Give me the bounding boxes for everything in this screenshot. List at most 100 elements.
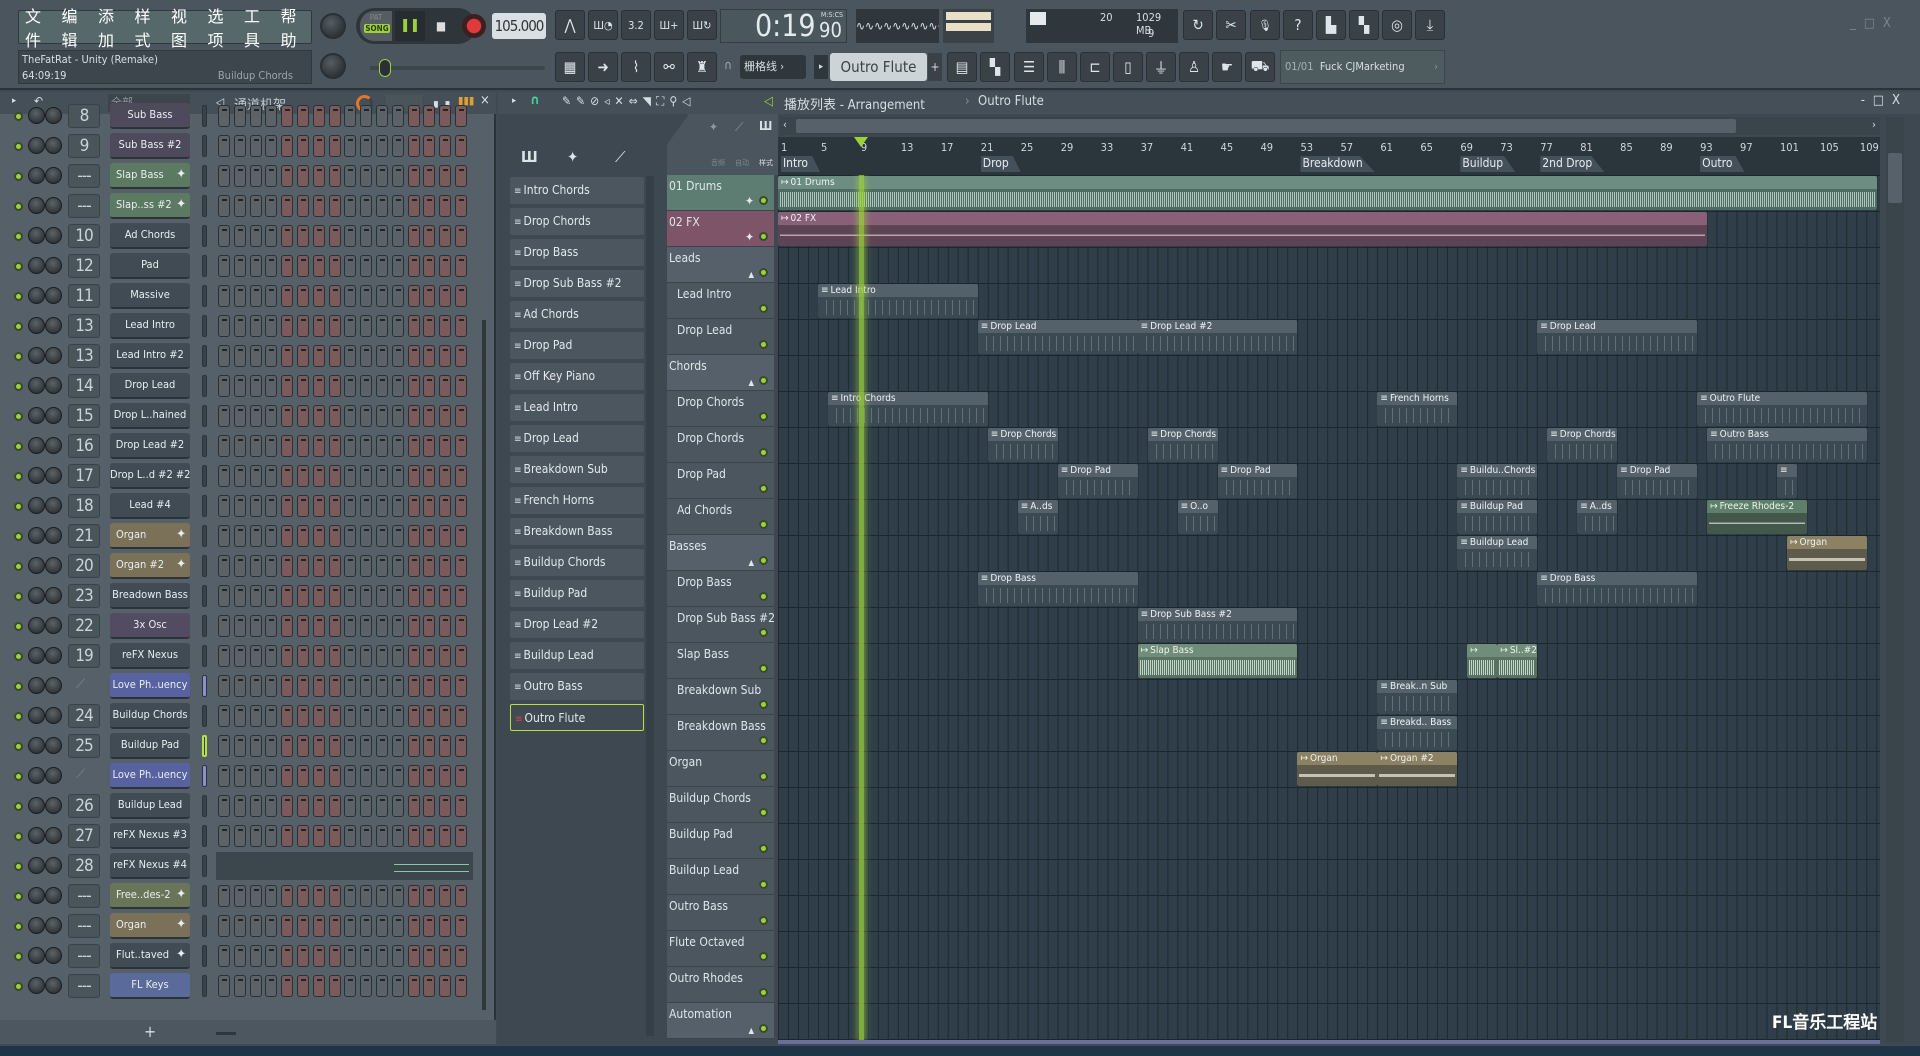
step-button[interactable] [455,735,467,757]
step-button[interactable] [281,405,294,427]
select-indicator[interactable] [202,795,207,817]
step-button[interactable] [328,705,341,727]
menu-item[interactable]: 选项 [208,3,239,51]
step-button[interactable] [265,285,278,307]
mute-led[interactable] [14,202,23,211]
track-mute-led[interactable] [759,484,768,493]
step-button[interactable] [281,675,294,697]
volume-knob[interactable] [45,137,62,154]
add-channel-button[interactable]: + [144,1022,156,1041]
step-button[interactable] [233,285,246,307]
collapse-icon[interactable]: ▲ [748,270,754,279]
step-button[interactable] [423,255,436,277]
step-button[interactable] [281,525,294,547]
channel-name-button[interactable]: Sub Bass [110,103,190,129]
track-header[interactable]: Drop Chords [667,427,774,463]
step-button[interactable] [376,375,388,397]
step-button[interactable] [312,435,325,457]
track-header[interactable]: Outro Rhodes [667,967,774,1003]
mixer-track-number[interactable]: 24 [68,704,100,728]
step-button[interactable] [423,525,436,547]
playlist-clip[interactable]: ≡ Outro Flute [1697,392,1867,426]
step-button[interactable] [265,135,278,157]
step-button[interactable] [344,915,357,937]
channel-name-button[interactable]: Slap..ss #2 ✦ [110,193,190,219]
mute-led[interactable] [14,322,23,331]
channel-row[interactable]: 25 Buildup Pad [0,731,480,761]
step-button[interactable] [265,375,278,397]
step-button[interactable] [423,285,436,307]
step-button[interactable] [439,795,452,817]
step-button[interactable] [455,375,467,397]
step-button[interactable] [376,975,388,997]
step-button[interactable] [439,765,452,787]
step-button[interactable] [344,795,357,817]
step-button[interactable] [312,165,325,187]
volume-knob[interactable] [45,617,62,634]
channel-name-button[interactable]: Sub Bass #2 [110,133,190,159]
step-button[interactable] [297,495,309,517]
step-button[interactable] [265,945,278,967]
mixer-track-number[interactable]: 19 [68,644,100,668]
step-button[interactable] [344,375,357,397]
playlist-clip[interactable]: ≡ Drop Chords [1147,428,1218,462]
step-button[interactable] [265,645,278,667]
volume-knob[interactable] [45,947,62,964]
step-button[interactable] [423,885,436,907]
step-button[interactable] [312,945,325,967]
step-button[interactable] [376,345,388,367]
picker-item[interactable]: ≡ Intro Chords [510,177,644,204]
step-button[interactable] [328,645,341,667]
pan-knob[interactable] [28,557,45,574]
close-icon[interactable]: X [1883,16,1899,31]
step-button[interactable] [265,795,278,817]
step-button[interactable] [344,945,357,967]
step-button[interactable] [297,915,309,937]
step-button[interactable] [344,315,357,337]
channel-name-button[interactable]: 3x Osc [110,613,190,639]
tempo-display[interactable]: 105.000 [492,13,546,39]
select-indicator[interactable] [202,675,207,697]
track-header[interactable]: Breakdown Bass [667,715,774,751]
step-button[interactable] [391,405,404,427]
volume-knob[interactable] [45,107,62,124]
mute-led[interactable] [14,412,23,421]
step-button[interactable] [233,705,246,727]
step-button[interactable] [439,195,452,217]
step-button[interactable] [233,735,246,757]
mixer-track-number[interactable]: 13 [68,314,100,338]
playlist-clip[interactable]: ≡ Drop Lead [1537,320,1698,354]
step-button[interactable] [391,585,404,607]
step-button[interactable] [328,285,341,307]
minimize-icon[interactable]: - [1861,93,1873,108]
step-button[interactable] [218,915,230,937]
step-button[interactable] [423,825,436,847]
pan-knob[interactable] [28,257,45,274]
volume-knob[interactable] [45,857,62,874]
playlist-clip[interactable]: ↦ [1467,644,1498,678]
arrow-icon[interactable]: ➜ [588,52,618,82]
step-button[interactable] [297,105,309,127]
step-button[interactable] [218,615,230,637]
track-mute-led[interactable] [759,340,768,349]
channel-row[interactable]: --- Slap Bass ✦ [0,161,480,191]
step-button[interactable] [312,555,325,577]
pan-knob[interactable] [28,857,45,874]
volume-knob[interactable] [45,887,62,904]
step-button[interactable] [265,765,278,787]
step-button[interactable] [312,615,325,637]
track-header[interactable]: 02 FX ✦ [667,211,774,247]
mute-led[interactable] [14,382,23,391]
mixer-track-number[interactable]: 20 [68,554,100,578]
playlist-clip[interactable]: ≡ Outro Bass [1707,428,1867,462]
step-button[interactable] [344,705,357,727]
step-button[interactable] [281,585,294,607]
step-button[interactable] [328,345,341,367]
picker-item[interactable]: ≡ Breakdown Bass [510,518,644,545]
step-button[interactable] [328,915,341,937]
step-button[interactable] [423,765,436,787]
step-button[interactable] [312,465,325,487]
step-button[interactable] [360,915,373,937]
shop-icon[interactable]: ⛟ [1245,52,1275,82]
track-header[interactable]: Buildup Chords [667,787,774,823]
